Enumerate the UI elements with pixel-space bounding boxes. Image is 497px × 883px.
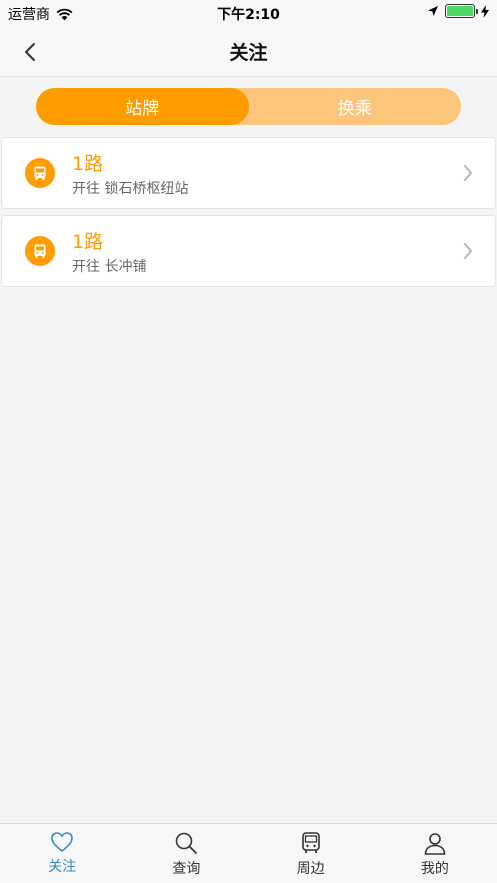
tabbar-label-nearby: 周边 bbox=[296, 861, 325, 877]
tab-transfer-label: 换乘 bbox=[337, 99, 372, 119]
charging-bolt-icon bbox=[481, 4, 489, 18]
tabbar-label-mine: 我的 bbox=[420, 861, 449, 877]
bus-icon bbox=[25, 158, 55, 188]
route-destination: 开往 锁石桥枢纽站 bbox=[72, 181, 189, 197]
tab-station-board[interactable]: 站牌 bbox=[36, 88, 249, 125]
tabbar-item-nearby[interactable]: 周边 bbox=[249, 824, 373, 883]
tab-station-board-label: 站牌 bbox=[125, 99, 160, 119]
battery-icon bbox=[445, 4, 478, 18]
app-screen: 运营商 下午2:10 关注 站牌 换乘 1路 开往 锁石桥枢纽站 1路 开往 长… bbox=[0, 0, 497, 883]
chevron-right-icon bbox=[464, 165, 472, 181]
location-arrow-icon bbox=[428, 6, 438, 16]
user-icon bbox=[424, 833, 446, 855]
bus-icon bbox=[301, 832, 320, 853]
status-right bbox=[427, 4, 489, 18]
chevron-right-icon bbox=[464, 243, 472, 259]
route-list: 1路 开往 锁石桥枢纽站 1路 开往 长冲铺 bbox=[0, 137, 497, 293]
route-item[interactable]: 1路 开往 锁石桥枢纽站 bbox=[1, 137, 496, 209]
route-item[interactable]: 1路 开往 长冲铺 bbox=[1, 215, 496, 287]
route-name: 1路 bbox=[72, 231, 104, 253]
tabbar-label-follow: 关注 bbox=[48, 859, 77, 875]
tab-bar: 关注 查询 周边 我的 bbox=[0, 823, 497, 883]
tabbar-item-follow[interactable]: 关注 bbox=[0, 824, 124, 883]
search-icon bbox=[176, 832, 198, 854]
route-destination: 开往 长冲铺 bbox=[72, 259, 147, 275]
tabbar-item-mine[interactable]: 我的 bbox=[373, 824, 497, 883]
status-time: 下午2:10 bbox=[217, 7, 280, 23]
page-title: 关注 bbox=[229, 42, 268, 64]
tabbar-label-search: 查询 bbox=[172, 861, 201, 877]
bus-icon bbox=[25, 236, 55, 266]
battery-fill bbox=[447, 6, 473, 16]
tabbar-item-search[interactable]: 查询 bbox=[124, 824, 248, 883]
status-bar: 运营商 下午2:10 bbox=[0, 0, 497, 26]
segment-control: 站牌 换乘 bbox=[36, 88, 461, 125]
route-name: 1路 bbox=[72, 153, 104, 175]
tab-transfer[interactable]: 换乘 bbox=[249, 88, 462, 125]
navigation-bar: 关注 bbox=[0, 26, 497, 77]
heart-icon bbox=[51, 832, 73, 853]
